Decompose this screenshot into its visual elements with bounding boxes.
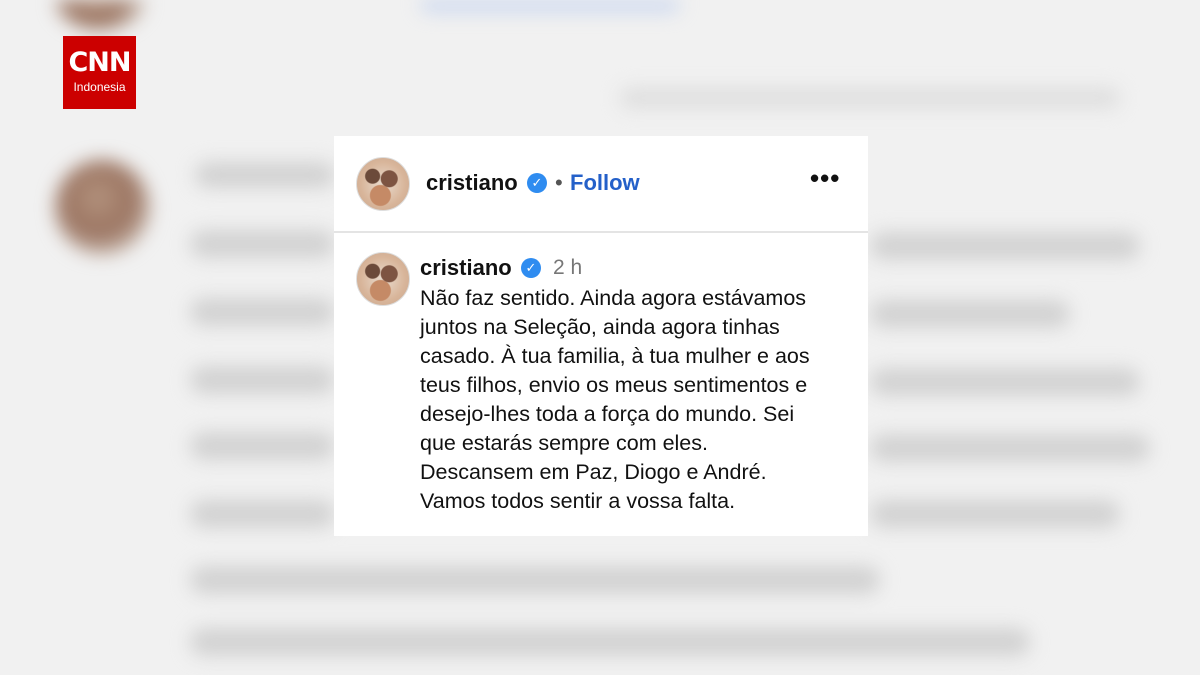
bg-bar [870, 434, 1150, 462]
caption-line: Vamos todos sentir a vossa falta. [420, 489, 736, 513]
caption-line: desejo-lhes toda a força do mundo. Sei [420, 402, 795, 426]
bg-bar [870, 300, 1070, 328]
profile-avatar[interactable] [356, 157, 410, 211]
caption-line: Não faz sentido. Ainda agora estávamos [420, 286, 807, 310]
bg-avatar-top [55, 0, 145, 30]
bg-pill-top [420, 0, 680, 12]
logo-wordmark: CNN [68, 47, 131, 78]
caption-line: teus filhos, envio os meus sentimentos e [420, 373, 808, 397]
verified-badge-icon: ✓ [527, 173, 547, 193]
bg-bar [190, 366, 335, 394]
caption-line: que estarás sempre com eles. [420, 431, 708, 455]
cnn-indonesia-logo: CNN Indonesia [63, 36, 136, 109]
logo-subtitle: Indonesia [73, 80, 126, 94]
bg-bar [190, 432, 335, 460]
caption-line: Descansem em Paz, Diogo e André. [420, 460, 767, 484]
bg-bar [870, 368, 1140, 396]
bg-bar [620, 88, 1120, 108]
instagram-post-card: cristiano ✓ • Follow ••• cristiano ✓ 2 h… [334, 136, 868, 536]
bg-bar [190, 628, 1030, 656]
comment-username[interactable]: cristiano [420, 255, 512, 281]
bg-avatar-main [55, 160, 150, 255]
bg-bar [190, 500, 335, 528]
separator-dot: • [555, 170, 563, 195]
comment-timestamp[interactable]: 2 h [553, 255, 582, 281]
post-username[interactable]: cristiano [426, 170, 518, 196]
bg-bar [190, 230, 335, 258]
more-options-icon[interactable]: ••• [810, 163, 840, 193]
caption-line: juntos na Seleção, ainda agora tinhas [420, 315, 780, 339]
bg-bar [195, 162, 335, 188]
follow-button[interactable]: Follow [570, 170, 640, 196]
comment-avatar[interactable] [356, 252, 410, 306]
bg-bar [190, 566, 880, 594]
bg-bar [190, 298, 335, 326]
verified-badge-icon: ✓ [521, 258, 541, 278]
post-header: cristiano ✓ • Follow ••• [334, 136, 868, 233]
caption-line: casado. À tua familia, à tua mulher e ao… [420, 344, 810, 368]
bg-bar [870, 232, 1140, 260]
caption-text: Não faz sentido. Ainda agora estávamos j… [420, 284, 860, 516]
bg-bar [870, 500, 1120, 528]
